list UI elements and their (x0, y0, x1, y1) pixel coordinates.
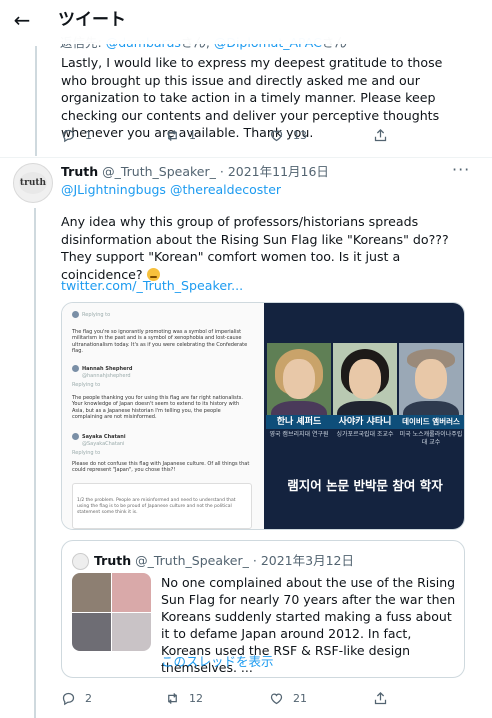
timestamp: 2021年3月12日 (260, 553, 354, 568)
affiliation-2: 싱가포르국립대 조교수 (336, 431, 394, 438)
share-icon (374, 691, 387, 705)
avatar[interactable]: truth (13, 163, 53, 203)
display-name[interactable]: Truth (61, 164, 98, 179)
thread-line (34, 208, 36, 718)
reply-icon (62, 129, 75, 143)
media-news-frame: 한나 셰퍼드 사야카 샤타니 데이비드 앰버러스 영국 캠브리지대 연구원 싱가… (264, 303, 464, 529)
avatar (72, 311, 79, 318)
reply-count: 1 (85, 129, 92, 142)
thread-line (35, 46, 37, 156)
heart-icon (270, 130, 283, 142)
quoted-tweet[interactable]: Truth @_Truth_Speaker_ · 2021年3月12日 No o… (61, 540, 465, 678)
screenshot-reply-2: Hannah Shepherd @hannahjshepherd Replyin… (72, 365, 243, 420)
tweet-media-image[interactable]: Replying to The flag you're so ignorantl… (61, 302, 465, 530)
page-title: ツイート (58, 10, 126, 30)
share-button[interactable] (373, 691, 477, 706)
tweet-header: Truth @_Truth_Speaker_ · 2021年11月16日 (61, 164, 329, 179)
nameplate-1: 한나 셰퍼드 (266, 415, 332, 429)
portrait-1 (267, 343, 331, 423)
avatar (72, 553, 89, 570)
retweet-icon (168, 693, 177, 704)
like-button[interactable]: 13 (269, 128, 373, 143)
reply-button[interactable]: 2 (61, 691, 165, 706)
handle[interactable]: @_Truth_Speaker_ (102, 164, 216, 179)
reply-button[interactable]: 1 (61, 128, 165, 143)
display-name: Truth (94, 553, 132, 568)
more-options-icon[interactable]: ··· (452, 160, 470, 179)
media-screenshot-replies: Replying to The flag you're so ignorantl… (62, 303, 264, 529)
screenshot-reply-3: Sayaka Chatani @SayakaChatani Replying t… (72, 433, 250, 473)
like-count: 21 (293, 692, 307, 705)
tweet-link[interactable]: twitter.com/_Truth_Speaker... (61, 277, 243, 295)
retweet-button[interactable]: 12 (165, 691, 269, 706)
reply-count: 2 (85, 692, 92, 705)
mention-link-1[interactable]: @JLightningbugs (61, 182, 166, 197)
retweet-count: 1 (189, 129, 196, 142)
top-bar: ← ツイート (0, 0, 492, 44)
mentions: @JLightningbugs @therealdecoster (61, 181, 281, 199)
retweet-button[interactable]: 1 (165, 128, 269, 143)
retweet-count: 12 (189, 692, 203, 705)
avatar-logo: truth (19, 172, 47, 194)
timestamp[interactable]: 2021年11月16日 (228, 164, 329, 179)
tweet-text: Any idea why this group of professors/hi… (61, 214, 449, 282)
avatar (72, 433, 79, 440)
portrait-3 (399, 343, 463, 423)
avatar (72, 365, 79, 372)
nameplate-3: 데이비드 앰버러스 (398, 415, 464, 429)
handle: @_Truth_Speaker_ (135, 553, 249, 568)
affiliation-3: 미국 노스캐롤라이나주립대 교수 (399, 431, 463, 446)
share-button[interactable] (373, 128, 477, 143)
portrait-2 (333, 343, 397, 423)
screenshot-card: 1/2 the problem. People are misinformed … (72, 483, 252, 529)
nameplate-2: 사야카 샤타니 (332, 415, 398, 429)
news-caption: 램지어 논문 반박문 참여 학자 (287, 478, 443, 493)
like-button[interactable]: 21 (269, 691, 373, 706)
tweet-actions: 1 1 13 (61, 128, 477, 143)
affiliation-1: 영국 캠브리지대 연구원 (269, 431, 329, 438)
like-count: 13 (293, 129, 307, 142)
share-icon (374, 128, 387, 142)
show-thread-link[interactable]: このスレッドを表示 (161, 653, 274, 670)
retweet-icon (168, 130, 177, 141)
back-arrow-icon[interactable]: ← (10, 8, 34, 32)
quoted-tweet-header: Truth @_Truth_Speaker_ · 2021年3月12日 (94, 553, 354, 568)
tweet-actions: 2 12 21 (61, 691, 477, 706)
heart-icon (270, 693, 283, 705)
screenshot-reply-1: Replying to The flag you're so ignorantl… (72, 311, 248, 354)
divider (0, 157, 492, 158)
quoted-tweet-image (72, 573, 151, 651)
reply-icon (62, 692, 75, 706)
mention-link-2[interactable]: @therealdecoster (170, 182, 281, 197)
